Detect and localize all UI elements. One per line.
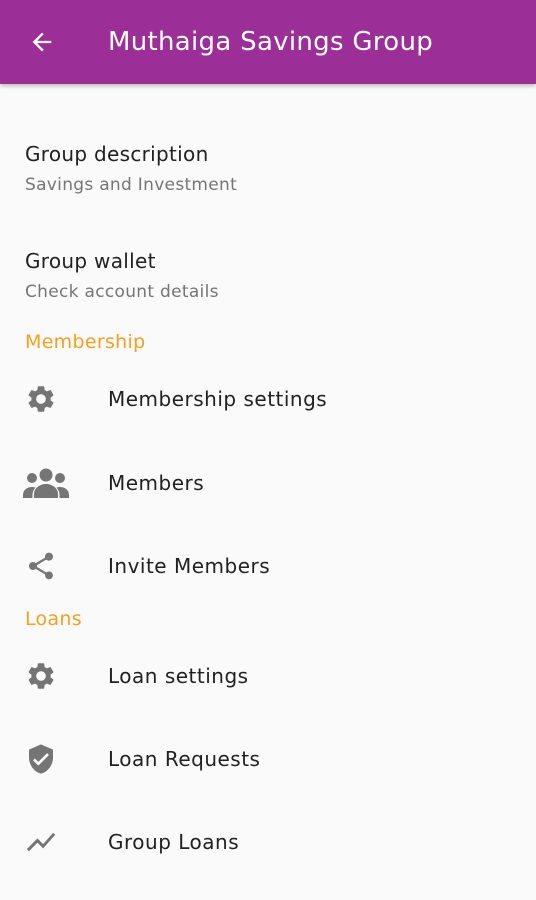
group-loans-item[interactable]: Group Loans	[0, 807, 536, 877]
members-label: Members	[108, 471, 205, 495]
gear-icon	[24, 659, 58, 693]
loan-settings-label: Loan settings	[108, 664, 249, 688]
app-bar: Muthaiga Savings Group	[0, 0, 536, 84]
group-description-title: Group description	[25, 142, 209, 166]
group-description-item[interactable]: Group description Savings and Investment	[0, 130, 536, 210]
invite-members-item[interactable]: Invite Members	[0, 531, 536, 601]
members-item[interactable]: Members	[0, 448, 536, 518]
trending-icon	[24, 825, 58, 859]
arrow-back-icon	[28, 28, 56, 56]
back-button[interactable]	[26, 26, 58, 58]
group-wallet-title: Group wallet	[25, 249, 156, 273]
group-loans-label: Group Loans	[108, 830, 240, 854]
gear-icon	[24, 382, 58, 416]
group-wallet-subtitle: Check account details	[25, 282, 219, 302]
loan-requests-label: Loan Requests	[108, 747, 261, 771]
group-description-subtitle: Savings and Investment	[25, 175, 238, 195]
share-icon	[24, 549, 58, 583]
membership-settings-item[interactable]: Membership settings	[0, 364, 536, 434]
loan-settings-item[interactable]: Loan settings	[0, 641, 536, 711]
people-icon	[22, 466, 70, 500]
membership-settings-label: Membership settings	[108, 387, 328, 411]
invite-members-label: Invite Members	[108, 554, 271, 578]
loan-requests-item[interactable]: Loan Requests	[0, 724, 536, 794]
membership-section-header: Membership	[25, 331, 146, 353]
verified-shield-icon	[24, 742, 58, 776]
group-wallet-item[interactable]: Group wallet Check account details	[0, 237, 536, 317]
loans-section-header: Loans	[25, 608, 82, 630]
page-title: Muthaiga Savings Group	[108, 27, 434, 57]
